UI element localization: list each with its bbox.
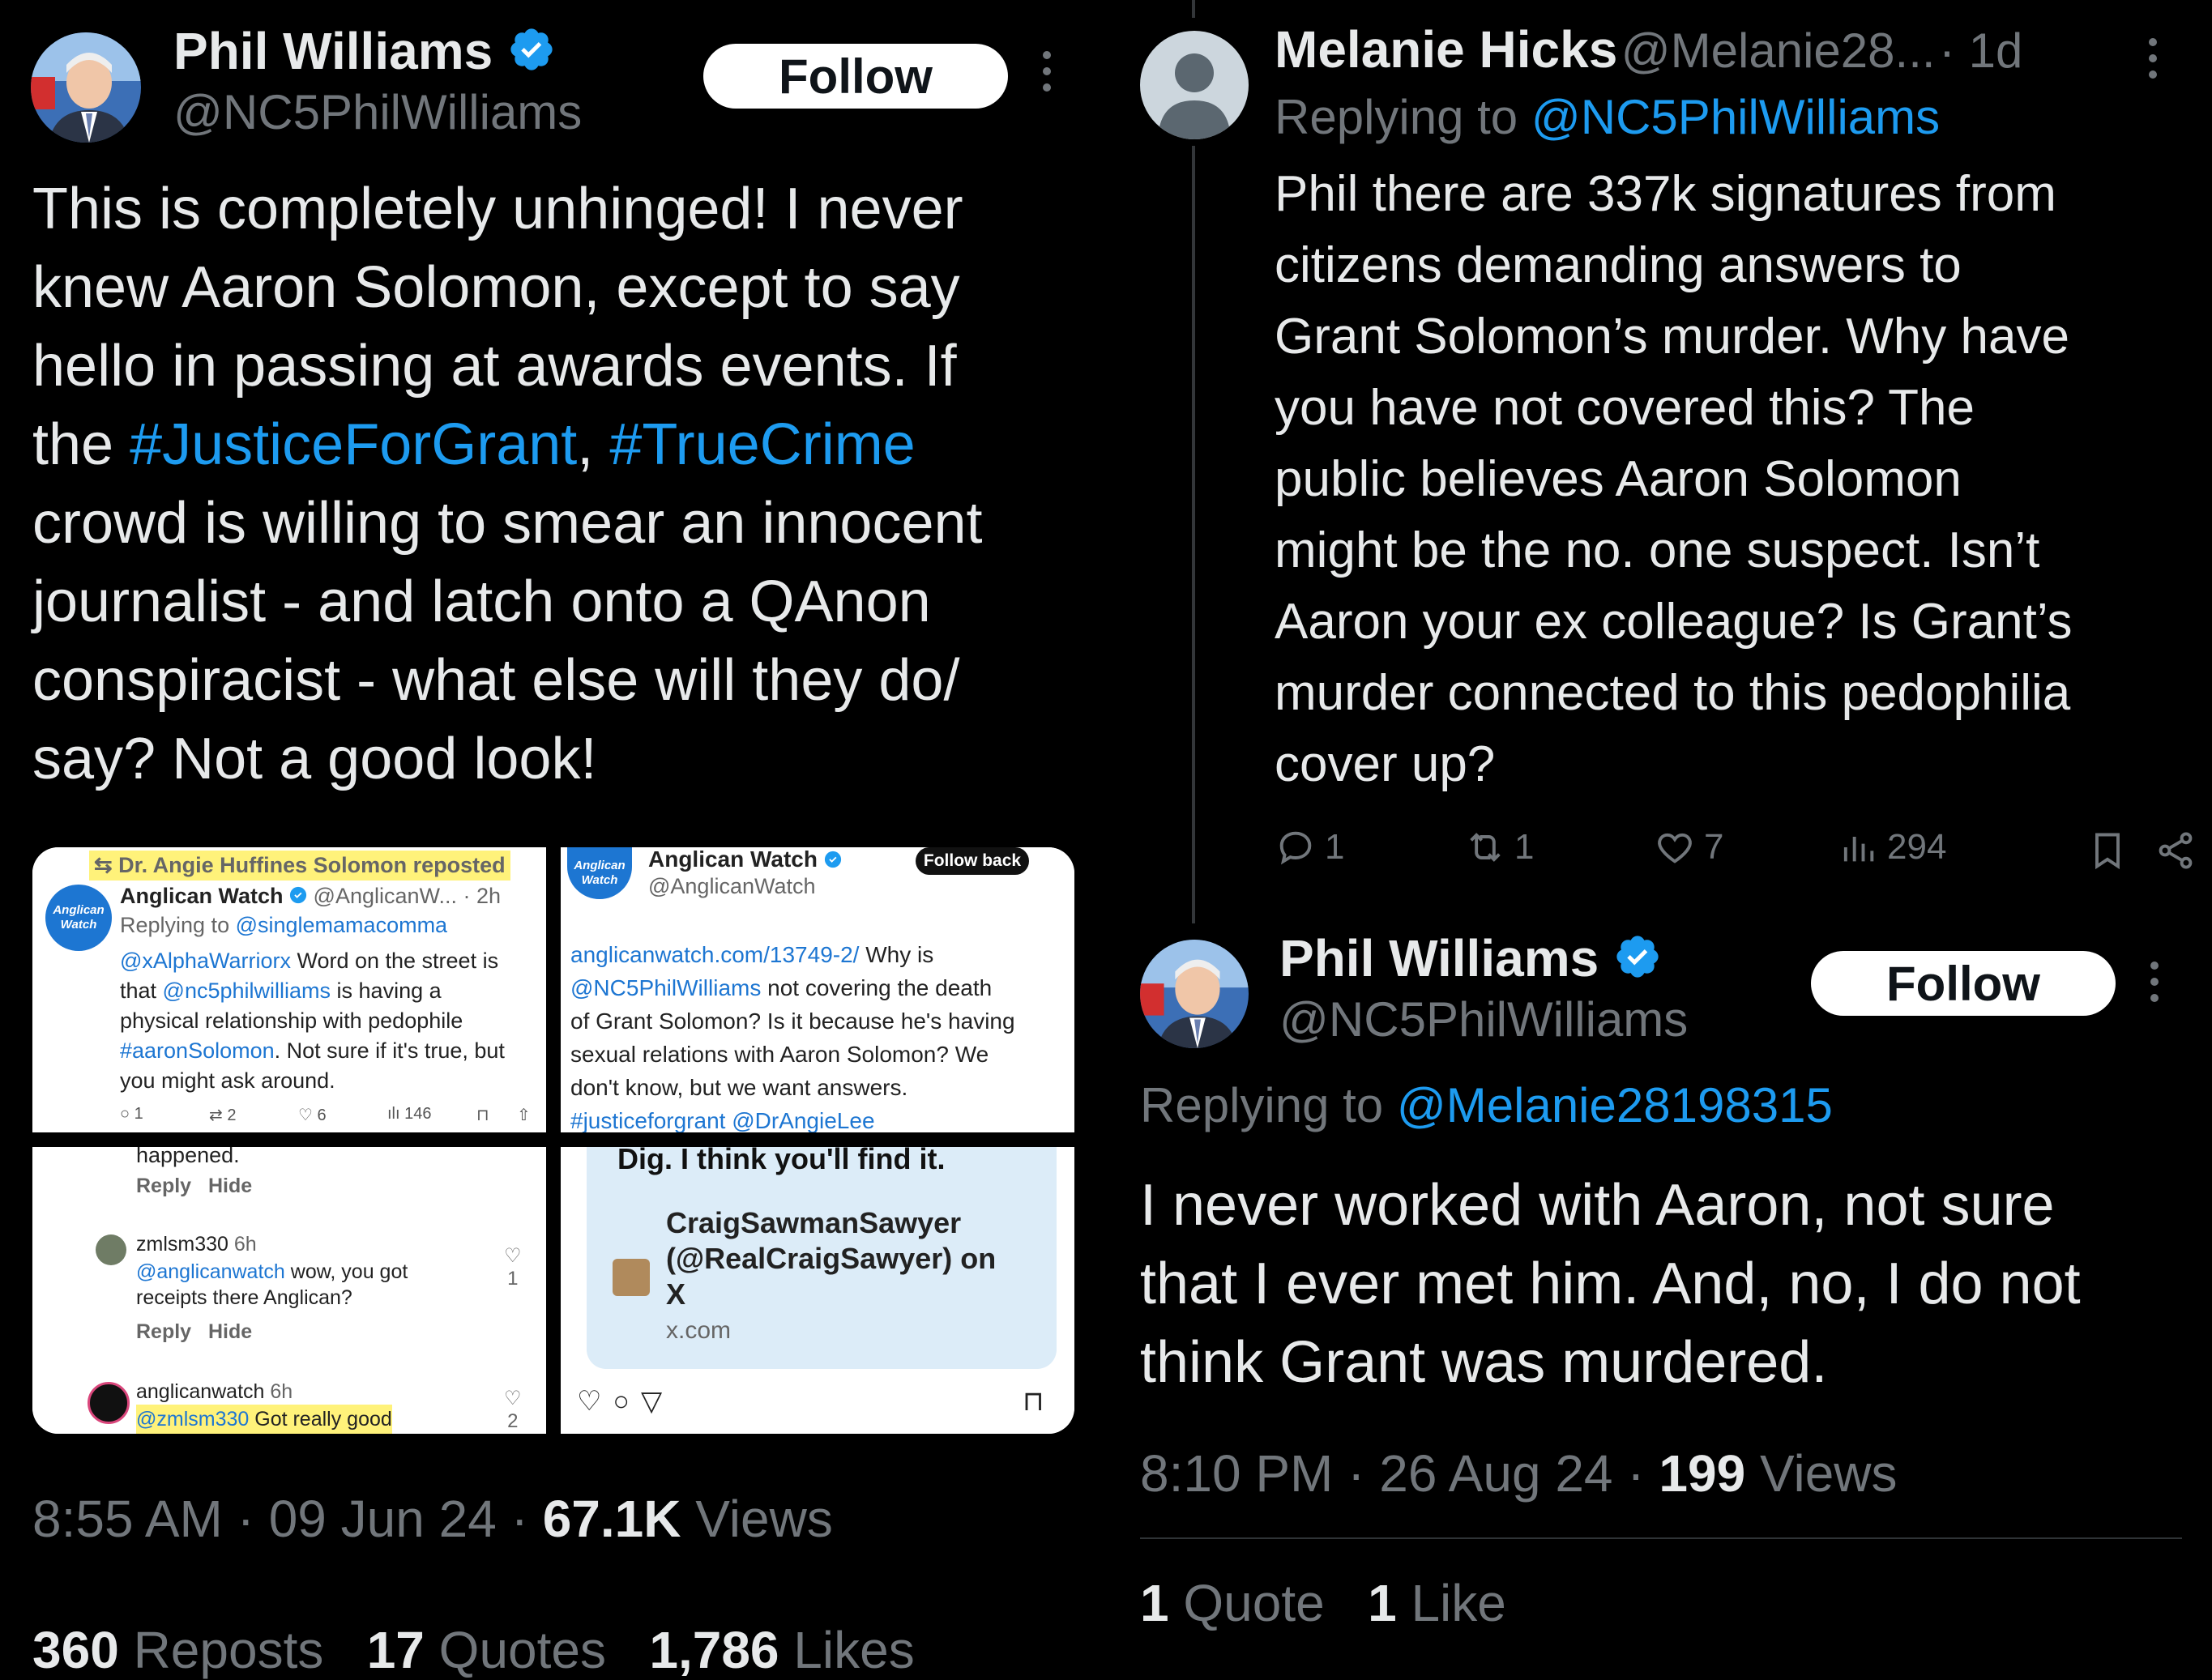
author-handle[interactable]: @NC5PhilWilliams [173,84,582,140]
repost-icon: ⇄ 2 [209,1106,237,1124]
profile-photo-icon [1140,940,1249,1048]
repost-icon: ⇆ [94,853,113,877]
verified-badge-icon [289,882,307,912]
follow-button[interactable]: Follow [703,44,1008,109]
media-image-2[interactable]: Anglican Watch Anglican Watch @AnglicanW… [561,847,1074,1132]
like-icon: ♡ 6 [298,1106,327,1124]
replying-to: Replying to @Melanie28198315 [1140,1078,1833,1132]
avatar[interactable] [1140,940,1249,1048]
repost-indicator: ⇆ Dr. Angie Huffines Solomon reposted [89,851,510,881]
main-tweet: Phil Williams @NC5PhilWilliams Follow Th… [0,0,1151,1679]
bookmark-icon: ⊓ [476,1106,489,1124]
views-icon [1843,837,1874,862]
hashtag-truecrime[interactable]: #TrueCrime [609,412,915,477]
engagement-row: 1 Quote 1 Like [1140,1573,1506,1633]
replying-to-handle[interactable]: @NC5PhilWilliams [1531,90,1940,144]
like-icon: ♡ [577,1386,613,1417]
author-name[interactable]: Phil Williams [1279,928,1662,993]
share-icon: ⇧ [517,1106,531,1124]
follow-back-button: Follow back [916,847,1029,875]
reply-thread: Melanie Hicks @Melanie28... · 1d Replyin… [1138,0,2212,1659]
thread-line [1192,0,1195,18]
comment-icon: ○ [613,1386,642,1417]
reply-text: I never worked with Aaron, not sure that… [1140,1173,2081,1395]
like-action[interactable]: 7 [1654,826,1723,868]
likes-count[interactable]: 1,786 Likes [649,1621,914,1679]
more-options-icon[interactable] [2146,959,2163,1008]
commenter-avatar [88,1382,130,1424]
reply-header: Melanie Hicks @Melanie28... · 1d [1275,19,2022,79]
bookmark-icon: ⊓ [1023,1386,1044,1417]
embedded-post-actions: ○ 1 ⇄ 2 ♡ 6 ılı 146 ⊓ ⇧ [120,1105,541,1125]
hashtag-justiceforgrant[interactable]: #JusticeForGrant [130,412,577,477]
thread-line [1192,146,1195,923]
author-name[interactable]: Melanie Hicks [1275,20,1617,79]
quotes-count[interactable]: 17 Quotes [367,1621,606,1679]
media-grid[interactable]: ⇆ Dr. Angie Huffines Solomon reposted An… [32,847,1074,1434]
reply-actions: 1 1 7 294 [1275,826,2198,880]
repost-icon [1470,833,1501,862]
post-header: Anglican Watch @AnglicanW... · 2h [120,881,501,912]
anglican-watch-avatar: Anglican Watch [45,885,112,951]
reply-time: · 1d [1939,23,2023,78]
quotes-count[interactable]: 1 Quote [1140,1574,1325,1632]
reposts-count[interactable]: 360 Reposts [32,1621,323,1679]
replying-to-handle[interactable]: @Melanie28198315 [1397,1078,1833,1132]
follow-button[interactable]: Follow [1811,951,2116,1016]
reply-icon: ○ 1 [120,1105,143,1123]
post-actions: ♡○▽ [577,1385,673,1418]
verified-badge-icon [507,25,556,86]
divider [1140,1537,2182,1539]
tweet-meta: 8:55 AM · 09 Jun 24 · 67.1K Views [32,1490,833,1548]
author-handle[interactable]: @Melanie28... [1621,23,1936,78]
tweet-meta: 8:10 PM · 26 Aug 24 · 199 Views [1140,1444,1898,1503]
card-thumbnail-icon [613,1259,650,1296]
comment-like: ♡ 1 [504,1245,522,1290]
reply-action[interactable]: 1 [1275,826,1344,868]
like-icon: ♡ [504,1245,522,1267]
grid-divider [32,1132,1074,1147]
media-image-1[interactable]: ⇆ Dr. Angie Huffines Solomon reposted An… [32,847,546,1132]
author-handle[interactable]: @NC5PhilWilliams [1279,991,1688,1047]
verified-badge-icon [1613,932,1662,993]
avatar[interactable] [31,32,141,143]
views-icon: ılı 146 [387,1105,432,1123]
default-avatar-icon[interactable] [1140,31,1249,139]
embedded-post-text: anglicanwatch.com/13749-2/ Why is @NC5Ph… [570,942,1015,1132]
verified-badge-icon [824,847,842,876]
commenter-avatar [96,1234,126,1265]
send-icon: ▽ [641,1386,674,1417]
replying-to: Replying to @NC5PhilWilliams [1275,90,1941,144]
engagement-row: 360 Reposts 17 Quotes 1,786 Likes [32,1620,915,1680]
more-options-icon[interactable] [1039,49,1055,94]
author-name[interactable]: Phil Williams [173,21,556,86]
reply-icon [1279,831,1312,865]
share-icon[interactable] [2154,829,2197,881]
tweet-text: This is completely unhinged! I never kne… [32,177,983,791]
bookmark-icon[interactable] [2086,829,2129,881]
comment-like: ♡ 2 [504,1388,522,1432]
likes-count[interactable]: 1 Like [1368,1574,1506,1632]
reply-text: Phil there are 337k signatures from citi… [1275,166,2073,792]
anglican-watch-avatar: Anglican Watch [567,847,632,899]
media-image-4[interactable]: Dig. I think you'll find it. CraigSawman… [561,1147,1074,1434]
media-image-3[interactable]: happened. Reply Hide zmlsm330 6h @anglic… [32,1147,546,1434]
like-icon: ♡ [504,1388,522,1409]
views-action[interactable]: 294 [1837,826,1946,868]
more-options-icon[interactable] [2145,36,2161,85]
profile-photo-icon [31,32,141,143]
embedded-post-text: @xAlphaWarriorx Word on the street is th… [120,949,505,1093]
repost-action[interactable]: 1 [1464,826,1534,868]
like-icon [1658,833,1692,863]
